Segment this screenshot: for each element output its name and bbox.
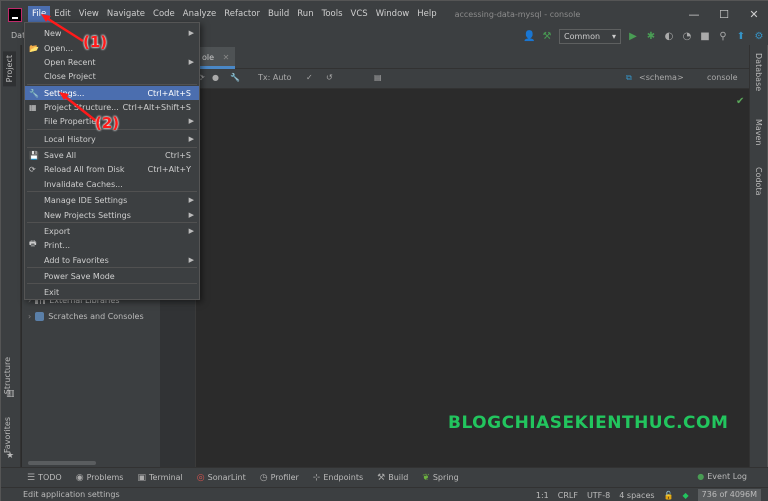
annotation-arrows	[41, 14, 97, 122]
annotation-step-2: (2)	[95, 114, 120, 132]
arrow-step-2	[62, 94, 97, 122]
arrow-step-1	[44, 15, 84, 43]
annotation-step-1: (1)	[83, 33, 108, 51]
ide-window: File Edit View Navigate Code Analyze Ref…	[0, 0, 768, 501]
